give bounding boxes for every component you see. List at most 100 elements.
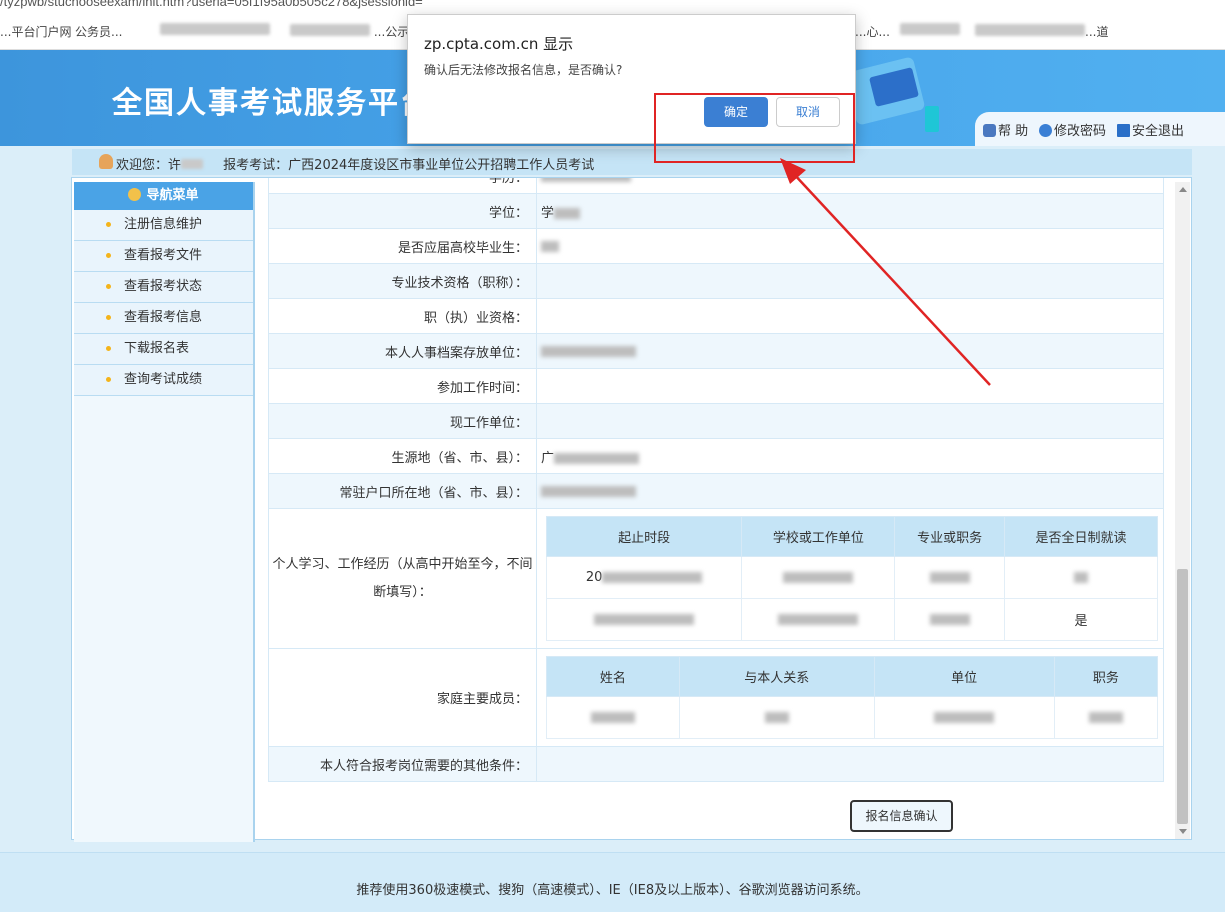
dialog-origin: zp.cpta.com.cn 显示 (424, 35, 574, 53)
column-header: 是否全日制就读 (1004, 516, 1158, 557)
header-illustration-bar (925, 106, 939, 132)
table-row: 家庭主要成员： 姓名 与本人关系 单位 职务 (268, 648, 1164, 747)
table-row (546, 696, 1159, 739)
footer: 推荐使用360极速模式、搜狗（高速模式）、IE（IE8及以上版本）、谷歌浏览器访… (0, 852, 1225, 912)
table-cell (741, 598, 896, 641)
logout-link[interactable]: 安全退出 (1117, 120, 1184, 139)
annotation-highlight-box (654, 93, 855, 163)
bookmark-item[interactable]: ...公示 (290, 23, 409, 40)
table-row: 是否应届高校毕业生： (268, 228, 1164, 264)
field-value: 学 (536, 193, 1164, 229)
address-bar[interactable]: /tyzpwb/stuchooseexam/init.htm?useria=05… (0, 0, 1225, 12)
table-row: 现工作单位： (268, 403, 1164, 439)
field-value (536, 298, 1164, 334)
field-label: 职（执）业资格： (268, 298, 537, 334)
bookmark-item[interactable] (900, 23, 960, 38)
dialog-message: 确认后无法修改报名信息，是否确认? (424, 63, 623, 77)
bullet-icon (106, 222, 111, 227)
table-cell (873, 696, 1055, 739)
exit-icon (1117, 124, 1130, 137)
field-label: 常驻户口所在地（省、市、县）： (268, 473, 537, 509)
nav-item-register-info[interactable]: 注册信息维护 (74, 210, 253, 241)
table-cell: 是 (1004, 598, 1158, 641)
field-value (536, 178, 1164, 194)
experience-table: 起止时段 学校或工作单位 专业或职务 是否全日制就读 20 是 (545, 516, 1158, 641)
field-label: 家庭主要成员： (268, 648, 537, 747)
field-value (536, 473, 1164, 509)
user-icon (99, 154, 113, 169)
help-link[interactable]: 帮 助 (983, 120, 1028, 139)
field-value: 起止时段 学校或工作单位 专业或职务 是否全日制就读 20 是 (536, 508, 1164, 649)
vertical-scrollbar[interactable] (1175, 182, 1190, 839)
field-label: 参加工作时间： (268, 368, 537, 404)
nav-item-exam-status[interactable]: 查看报考状态 (74, 272, 253, 303)
bookmark-item[interactable] (160, 23, 270, 38)
table-row: 是 (545, 598, 1158, 641)
table-row: 常驻户口所在地（省、市、县）： (268, 473, 1164, 509)
field-value: 广 (536, 438, 1164, 474)
bookmark-item[interactable]: ...道 (975, 23, 1108, 40)
bookmark-item[interactable]: ...心... (855, 23, 890, 40)
welcome-text: 欢迎您：许 报考考试：广西2024年度设区市事业单位公开招聘工作人员考试 (116, 158, 595, 173)
question-icon (1039, 124, 1052, 137)
table-cell (678, 696, 875, 739)
exam-name: 广西2024年度设区市事业单位公开招聘工作人员考试 (288, 158, 595, 173)
column-header: 学校或工作单位 (741, 516, 896, 557)
registration-info-table: 学历： 学位：学 是否应届高校毕业生： 专业技术资格（职称）： 职（执）业资格：… (268, 178, 1164, 782)
bullet-icon (106, 253, 111, 258)
content-area: 学历： 学位：学 是否应届高校毕业生： 专业技术资格（职称）： 职（执）业资格：… (258, 178, 1178, 841)
nav-item-exam-docs[interactable]: 查看报考文件 (74, 241, 253, 272)
field-value (536, 368, 1164, 404)
url-text[interactable]: /tyzpwb/stuchooseexam/init.htm?useria=05… (0, 0, 423, 9)
field-label: 本人人事档案存放单位： (268, 333, 537, 369)
table-row: 职（执）业资格： (268, 298, 1164, 334)
footer-text: 推荐使用360极速模式、搜狗（高速模式）、IE（IE8及以上版本）、谷歌浏览器访… (356, 883, 869, 898)
table-cell (1004, 556, 1158, 599)
nav-item-scores[interactable]: 查询考试成绩 (74, 365, 253, 396)
change-password-link[interactable]: 修改密码 (1039, 120, 1106, 139)
scrollbar-thumb[interactable] (1177, 569, 1188, 824)
site-title: 全国人事考试服务平台 (112, 86, 432, 121)
scroll-up-icon[interactable] (1179, 187, 1187, 192)
table-row: 学历： (268, 178, 1164, 194)
field-label: 专业技术资格（职称）： (268, 263, 537, 299)
table-cell: 20 (545, 556, 743, 599)
table-row: 生源地（省、市、县）：广 (268, 438, 1164, 474)
column-header: 起止时段 (545, 516, 743, 557)
column-header: 姓名 (546, 656, 680, 697)
bullet-icon (106, 346, 111, 351)
table-cell (894, 598, 1006, 641)
sidebar: 导航菜单 注册信息维护 查看报考文件 查看报考状态 查看报考信息 下载报名表 查… (74, 182, 255, 842)
field-label: 是否应届高校毕业生： (268, 228, 537, 264)
table-row: 专业技术资格（职称）： (268, 263, 1164, 299)
bullet-icon (106, 315, 111, 320)
confirm-registration-button[interactable]: 报名信息确认 (850, 800, 953, 832)
bullet-icon (106, 284, 111, 289)
field-value (536, 228, 1164, 264)
table-cell (894, 556, 1006, 599)
nav-item-download-form[interactable]: 下载报名表 (74, 334, 253, 365)
table-row: 本人符合报考岗位需要的其他条件： (268, 746, 1164, 782)
lock-icon (983, 124, 996, 137)
field-label: 学位： (268, 193, 537, 229)
field-label: 现工作单位： (268, 403, 537, 439)
bookmark-item[interactable]: ...平台门户网 (0, 23, 71, 40)
bookmark-item[interactable]: 公务员... (75, 23, 122, 40)
table-cell (1053, 696, 1159, 739)
scroll-down-icon[interactable] (1179, 829, 1187, 834)
field-label: 本人符合报考岗位需要的其他条件： (268, 746, 537, 782)
bullet-icon (106, 377, 111, 382)
column-header: 专业或职务 (894, 516, 1006, 557)
field-value (536, 333, 1164, 369)
welcome-bar: 欢迎您：许 报考考试：广西2024年度设区市事业单位公开招聘工作人员考试 (72, 149, 1192, 175)
header-links: 帮 助 修改密码 安全退出 (975, 112, 1225, 146)
family-table: 姓名 与本人关系 单位 职务 (546, 656, 1159, 739)
table-row: 参加工作时间： (268, 368, 1164, 404)
nav-item-exam-info[interactable]: 查看报考信息 (74, 303, 253, 334)
table-cell (545, 598, 743, 641)
column-header: 与本人关系 (678, 656, 875, 697)
field-label: 学历： (268, 178, 537, 194)
field-value (536, 403, 1164, 439)
chevron-down-icon (128, 188, 142, 201)
table-row: 20 (545, 556, 1158, 599)
